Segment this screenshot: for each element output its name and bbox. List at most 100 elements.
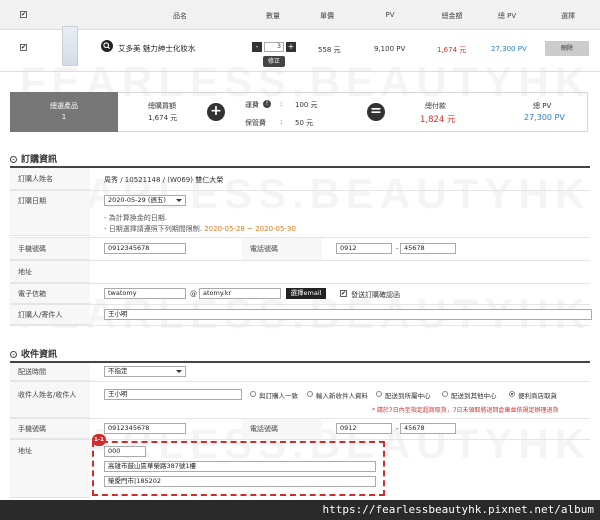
radio-label-same: 與訂購人一致 bbox=[259, 392, 298, 400]
qty-input[interactable]: 3 bbox=[264, 42, 284, 52]
sender-label: 訂購人/寄件人 bbox=[10, 305, 90, 325]
source-url: https://fearlessbeautyhk.pixnet.net/albu… bbox=[0, 500, 600, 520]
pay-label: 總付款 bbox=[425, 102, 446, 110]
qty-minus-button[interactable]: - bbox=[252, 42, 262, 52]
date-range: 2020-05-28 ~ 2020-05-30 bbox=[204, 225, 296, 233]
cart-header: ✔ 品名 數量 單價 PV 總金額 總 PV 選擇 bbox=[0, 0, 600, 30]
modify-button[interactable]: 修正 bbox=[263, 56, 285, 67]
freight-label: 運費 bbox=[245, 101, 259, 109]
email-domain-input[interactable]: atomy.kr bbox=[199, 288, 281, 299]
phone-separator: - bbox=[396, 425, 399, 433]
col-total: 總金額 bbox=[441, 12, 463, 20]
radio-label-other-center: 配送到其他中心 bbox=[451, 392, 497, 400]
insurance-value: 50 元 bbox=[295, 119, 314, 127]
divider bbox=[10, 190, 590, 191]
receiver-name-input[interactable]: 王小明 bbox=[104, 389, 242, 400]
delivery-time-value: 不指定 bbox=[108, 367, 128, 375]
order-date-label: 訂購日期 bbox=[10, 191, 90, 236]
receiver-phone-input-2[interactable]: 45678 bbox=[400, 423, 456, 434]
order-email-label: 電子信箱 bbox=[10, 284, 90, 304]
divider bbox=[10, 361, 590, 363]
sender-input[interactable]: 王小明 bbox=[104, 309, 592, 320]
selected-label: 總選產品 bbox=[50, 102, 78, 110]
order-phone-label: 電話號碼 bbox=[242, 238, 322, 260]
col-name: 品名 bbox=[173, 12, 187, 20]
item-total: 1,674 元 bbox=[437, 46, 467, 54]
product-image bbox=[62, 26, 78, 66]
order-phone-input-2[interactable]: 45678 bbox=[400, 243, 456, 254]
unit-price: 558 元 bbox=[318, 46, 341, 54]
col-select: 選擇 bbox=[561, 12, 575, 20]
receiver-phone-input-1[interactable]: 0912 bbox=[336, 423, 392, 434]
divider bbox=[10, 325, 590, 326]
date-note-2: - 日期選擇請遵照下列期間限制. 2020-05-28 ~ 2020-05-30 bbox=[104, 224, 296, 234]
order-title-text: 訂購資訊 bbox=[21, 155, 58, 165]
unit-pv: 9,100 PV bbox=[374, 45, 406, 53]
chevron-down-icon: ⌄ bbox=[10, 351, 17, 358]
receiver-mobile-label: 手機號碼 bbox=[10, 419, 90, 439]
order-date-select[interactable]: 2020-05-29 (週五) bbox=[104, 195, 186, 206]
pay-value: 1,824 元 bbox=[420, 115, 456, 125]
order-mobile-input[interactable]: 0912345678 bbox=[104, 243, 186, 254]
selected-value: 1 bbox=[61, 113, 67, 121]
selected-count-box: 總選產品 1 bbox=[10, 92, 118, 132]
dropdown-arrow-icon bbox=[176, 370, 182, 373]
amount-label: 總購買額 bbox=[148, 102, 176, 110]
receiver-section-title: ⌄ 收件資訊 bbox=[10, 347, 57, 360]
insurance-colon: : bbox=[280, 118, 283, 126]
product-name[interactable]: 艾多美 魅力紳士化妝水 bbox=[118, 43, 195, 54]
freight-colon: : bbox=[280, 100, 283, 108]
email-select-button[interactable]: 選擇email bbox=[286, 288, 326, 299]
select-all-checkbox[interactable]: ✔ bbox=[20, 11, 27, 18]
order-name-label: 訂購人姓名 bbox=[10, 168, 90, 190]
col-qty: 數量 bbox=[266, 12, 280, 20]
phone-separator: - bbox=[396, 245, 399, 253]
amount-value: 1,674 元 bbox=[148, 114, 178, 122]
radio-other-center[interactable] bbox=[442, 391, 448, 397]
store-notice: * 請於7日內至指定超商取貨，7日未領取將退回倉庫並依規定辦理退貨 bbox=[372, 407, 559, 414]
radio-label-own-center: 配送到所屬中心 bbox=[385, 392, 431, 400]
radio-label-store: 便利商店取貨 bbox=[518, 392, 557, 400]
delivery-time-label: 配送時間 bbox=[10, 363, 90, 381]
col-price: 單價 bbox=[320, 12, 334, 20]
order-section-title: ⌄ 訂購資訊 bbox=[10, 152, 57, 165]
radio-same-as-buyer[interactable] bbox=[250, 391, 256, 397]
order-date-value: 2020-05-29 (週五) bbox=[108, 196, 166, 204]
divider bbox=[10, 283, 590, 284]
receiver-name-label: 收件人姓名/收件人 bbox=[10, 382, 90, 418]
radio-new-receiver[interactable] bbox=[307, 391, 313, 397]
chevron-down-icon: ⌄ bbox=[10, 156, 17, 163]
order-name-value: 周秀 / 10521148 / (W069) 雙仁大榮 bbox=[104, 176, 224, 184]
radio-label-new: 輸入新收件人資料 bbox=[316, 392, 368, 400]
email-at: @ bbox=[190, 290, 197, 298]
qty-plus-button[interactable]: + bbox=[286, 42, 296, 52]
equals-icon: = bbox=[367, 103, 385, 121]
divider bbox=[10, 381, 590, 382]
radio-own-center[interactable] bbox=[376, 391, 382, 397]
delivery-time-select[interactable]: 不指定 bbox=[104, 366, 186, 377]
radio-convenience-store[interactable] bbox=[509, 391, 515, 397]
pv-label: 總 PV bbox=[533, 102, 552, 110]
search-icon[interactable] bbox=[101, 40, 113, 52]
divider bbox=[10, 304, 590, 305]
item-checkbox[interactable]: ✔ bbox=[20, 44, 27, 51]
plus-icon: + bbox=[207, 103, 225, 121]
dropdown-arrow-icon bbox=[176, 199, 182, 202]
email-confirm-checkbox[interactable]: ✔ bbox=[340, 290, 347, 297]
order-address-label: 地址 bbox=[10, 261, 90, 283]
item-total-pv: 27,300 PV bbox=[491, 45, 527, 53]
email-user-input[interactable]: twatomy bbox=[104, 288, 186, 299]
delete-button[interactable]: 刪除 bbox=[545, 41, 589, 56]
order-mobile-label: 手機號碼 bbox=[10, 238, 90, 260]
receiver-mobile-input[interactable]: 0912345678 bbox=[104, 423, 186, 434]
insurance-label: 保管費 bbox=[245, 119, 266, 127]
address-highlight bbox=[92, 441, 385, 496]
freight-value: 100 元 bbox=[295, 101, 318, 109]
receiver-phone-label: 電話號碼 bbox=[242, 419, 322, 439]
pv-value: 27,300 PV bbox=[524, 113, 565, 122]
order-phone-input-1[interactable]: 0912 bbox=[336, 243, 392, 254]
col-pv: PV bbox=[385, 11, 395, 19]
receiver-address-label: 地址 bbox=[10, 440, 90, 498]
col-total-pv: 總 PV bbox=[497, 12, 517, 20]
date-note-2-text: - 日期選擇請遵照下列期間限制. bbox=[104, 225, 202, 233]
